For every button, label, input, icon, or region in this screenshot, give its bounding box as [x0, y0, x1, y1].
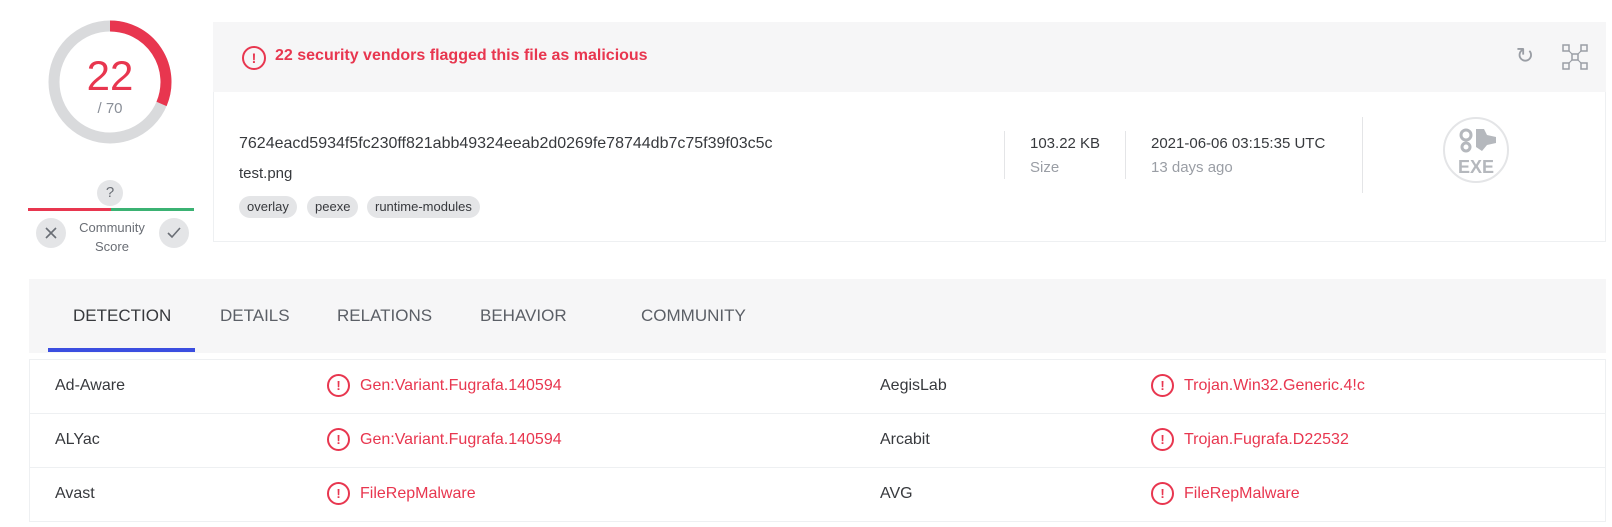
table-row: ALYac ! Gen:Variant.Fugrafa.140594 Arcab…: [30, 414, 1605, 468]
community-score-bar-positive: [111, 208, 194, 211]
table-row: Ad-Aware ! Gen:Variant.Fugrafa.140594 Ae…: [30, 360, 1605, 414]
alert-icon: !: [1151, 428, 1174, 451]
active-tab-indicator: [48, 348, 195, 352]
file-name: test.png: [239, 165, 293, 182]
alert-icon: !: [327, 428, 350, 451]
tag-runtime-modules[interactable]: runtime-modules: [367, 196, 480, 218]
vote-harmless-button[interactable]: [159, 218, 189, 248]
tab-behavior[interactable]: BEHAVIOR: [480, 306, 567, 326]
file-type-badge: EXE: [1443, 117, 1509, 183]
file-hash[interactable]: 7624eacd5934f5fc230ff821abb49324eeab2d02…: [239, 135, 773, 153]
meta-divider: [1004, 131, 1005, 179]
table-row: Avast ! FileRepMalware AVG ! FileRepMalw…: [30, 468, 1605, 522]
detection-table: Ad-Aware ! Gen:Variant.Fugrafa.140594 Ae…: [29, 359, 1606, 522]
analysis-date: 2021-06-06 03:15:35 UTC: [1151, 135, 1326, 152]
engine-name: Arcabit: [880, 431, 930, 448]
tab-relations[interactable]: RELATIONS: [337, 306, 432, 326]
detection-total: / 70: [97, 100, 123, 117]
malicious-alert-text: 22 security vendors flagged this file as…: [275, 47, 648, 64]
meta-divider: [1362, 117, 1363, 193]
detection-result[interactable]: Trojan.Win32.Generic.4!c: [1184, 377, 1365, 395]
tab-detection[interactable]: DETECTION: [73, 306, 171, 326]
engine-name: Avast: [55, 485, 95, 502]
x-icon: [45, 227, 57, 239]
file-info-card: [213, 92, 1606, 242]
similar-files-icon[interactable]: [1562, 44, 1588, 70]
community-score-label: Community Score: [79, 220, 145, 254]
engine-name: AegisLab: [880, 377, 947, 394]
alert-icon: !: [1151, 374, 1174, 397]
file-type-label: EXE: [1457, 157, 1495, 177]
file-size-value: 103.22 KB: [1030, 135, 1101, 152]
alert-icon: !: [242, 46, 266, 70]
alert-icon: !: [327, 374, 350, 397]
detection-result[interactable]: FileRepMalware: [360, 485, 476, 503]
engine-name: Ad-Aware: [55, 377, 125, 394]
detection-result[interactable]: Trojan.Fugrafa.D22532: [1184, 431, 1349, 449]
detection-count: 22: [86, 52, 134, 99]
community-score-bar: [28, 208, 194, 211]
file-size-label: Size: [1030, 159, 1060, 176]
gears-icon: [1459, 128, 1496, 153]
detection-result[interactable]: FileRepMalware: [1184, 485, 1300, 503]
tag-overlay[interactable]: overlay: [239, 196, 297, 218]
tab-community[interactable]: COMMUNITY: [641, 306, 746, 326]
community-score-bar-negative: [28, 208, 111, 211]
community-score-unknown-badge: ?: [97, 180, 123, 206]
vote-malicious-button[interactable]: [36, 218, 66, 248]
reanalyze-icon[interactable]: ↻: [1513, 44, 1537, 68]
tab-details[interactable]: DETAILS: [220, 306, 290, 326]
engine-name: AVG: [880, 485, 913, 502]
check-icon: [167, 227, 181, 239]
detection-result[interactable]: Gen:Variant.Fugrafa.140594: [360, 431, 562, 449]
alert-icon: !: [327, 482, 350, 505]
alert-icon: !: [1151, 482, 1174, 505]
detection-result[interactable]: Gen:Variant.Fugrafa.140594: [360, 377, 562, 395]
meta-divider: [1125, 131, 1126, 179]
engine-name: ALYac: [55, 431, 100, 448]
analysis-relative-date: 13 days ago: [1151, 159, 1233, 176]
tag-peexe[interactable]: peexe: [307, 196, 359, 218]
